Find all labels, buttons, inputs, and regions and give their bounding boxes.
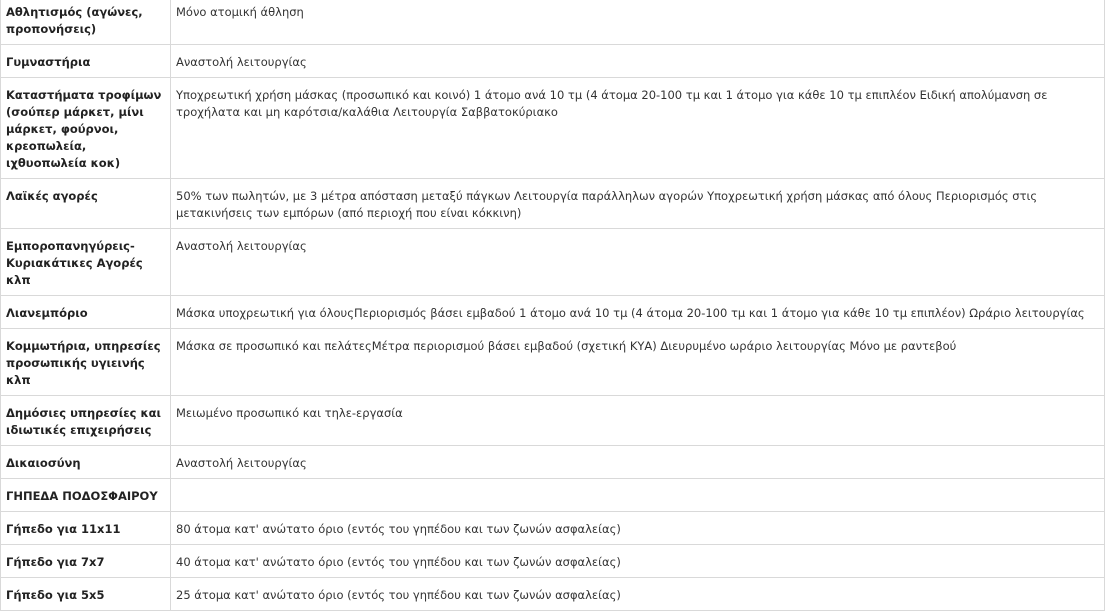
table-row: Γυμναστήρια Αναστολή λειτουργίας [0, 44, 1105, 78]
row-category: Γήπεδο για 7x7 [0, 544, 171, 578]
row-description: 80 άτομα κατ' ανώτατο όριο (εντός του γη… [170, 511, 1105, 545]
row-category: Γήπεδο για 5x5 [0, 577, 171, 611]
row-category: Γυμναστήρια [0, 44, 171, 78]
row-category: Καταστήματα τροφίμων (σούπερ μάρκετ, μίν… [0, 77, 171, 179]
row-description: Υποχρεωτική χρήση μάσκας (προσωπικό και … [170, 77, 1105, 179]
row-category: Δικαιοσύνη [0, 445, 171, 479]
row-description: Μάσκα υποχρεωτική για όλουςΠεριορισμός β… [170, 295, 1105, 329]
row-description: Αναστολή λειτουργίας [170, 44, 1105, 78]
row-category: Δημόσιες υπηρεσίες και ιδιωτικές επιχειρ… [0, 395, 171, 446]
row-description: 50% των πωλητών, με 3 μέτρα απόσταση μετ… [170, 178, 1105, 229]
row-category: Λαϊκές αγορές [0, 178, 171, 229]
table-row: Γήπεδο για 5x5 25 άτομα κατ' ανώτατο όρι… [0, 577, 1105, 611]
row-description: 40 άτομα κατ' ανώτατο όριο (εντός του γη… [170, 544, 1105, 578]
row-description: Αναστολή λειτουργίας [170, 228, 1105, 296]
row-description: Μόνο ατομική άθληση [170, 0, 1105, 45]
section-heading: ΓΗΠΕΔΑ ΠΟΔΟΣΦΑΙΡΟΥ [0, 478, 171, 512]
table-row: Αθλητισμός (αγώνες, προπονήσεις) Μόνο ατ… [0, 0, 1105, 45]
table-row: Γήπεδο για 7x7 40 άτομα κατ' ανώτατο όρι… [0, 544, 1105, 578]
row-category: Εμποροπανηγύρεις-Κυριακάτικες Αγορές κλπ [0, 228, 171, 296]
row-category: Κομμωτήρια, υπηρεσίες προσωπικής υγιεινή… [0, 328, 171, 396]
measures-table: Αθλητισμός (αγώνες, προπονήσεις) Μόνο ατ… [0, 0, 1105, 611]
table-row: Γήπεδο για 11x11 80 άτομα κατ' ανώτατο ό… [0, 511, 1105, 545]
row-description: Μάσκα σε προσωπικό και πελάτεςΜέτρα περι… [170, 328, 1105, 396]
row-category: Λιανεμπόριο [0, 295, 171, 329]
table-row: Καταστήματα τροφίμων (σούπερ μάρκετ, μίν… [0, 77, 1105, 179]
row-description [170, 478, 1105, 512]
table-row: Δημόσιες υπηρεσίες και ιδιωτικές επιχειρ… [0, 395, 1105, 446]
table-row: Λαϊκές αγορές 50% των πωλητών, με 3 μέτρ… [0, 178, 1105, 229]
row-description: Μειωμένο προσωπικό και τηλε-εργασία [170, 395, 1105, 446]
section-header-row: ΓΗΠΕΔΑ ΠΟΔΟΣΦΑΙΡΟΥ [0, 478, 1105, 512]
row-category: Γήπεδο για 11x11 [0, 511, 171, 545]
table-row: Κομμωτήρια, υπηρεσίες προσωπικής υγιεινή… [0, 328, 1105, 396]
row-description: Αναστολή λειτουργίας [170, 445, 1105, 479]
table-row: Δικαιοσύνη Αναστολή λειτουργίας [0, 445, 1105, 479]
row-category: Αθλητισμός (αγώνες, προπονήσεις) [0, 0, 171, 45]
row-description: 25 άτομα κατ' ανώτατο όριο (εντός του γη… [170, 577, 1105, 611]
table-row: Λιανεμπόριο Μάσκα υποχρεωτική για όλουςΠ… [0, 295, 1105, 329]
table-row: Εμποροπανηγύρεις-Κυριακάτικες Αγορές κλπ… [0, 228, 1105, 296]
